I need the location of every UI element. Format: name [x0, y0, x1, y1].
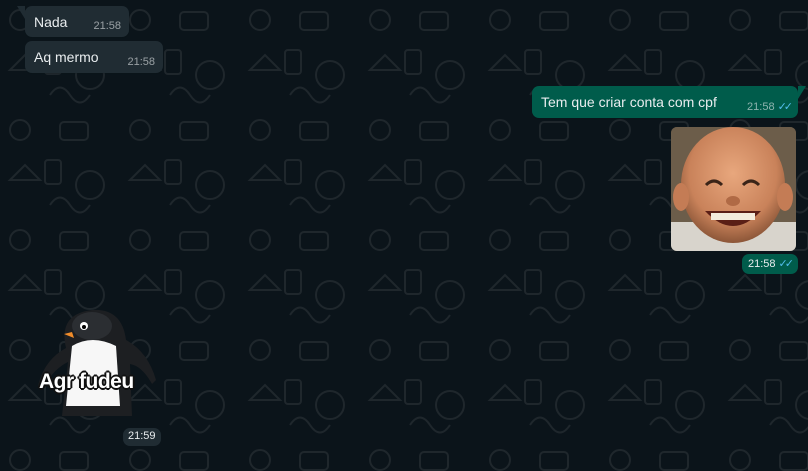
- message-text: Nada: [34, 14, 68, 30]
- message-bubble-incoming[interactable]: Nada 21:58: [17, 6, 129, 37]
- penguin-sticker: [38, 309, 156, 416]
- message-text: Aq mermo: [34, 49, 99, 65]
- double-check-icon: ✓✓: [778, 258, 795, 270]
- bubble-tail: [798, 86, 806, 99]
- message-text: Tem que criar conta com cpf: [541, 94, 717, 110]
- sticker-time-badge: 21:59: [123, 428, 161, 446]
- image-message[interactable]: [671, 127, 796, 251]
- message-time: 21:58: [747, 101, 775, 113]
- message-time: 21:58: [748, 258, 776, 270]
- message-bubble-incoming[interactable]: Aq mermo 21:58: [25, 41, 163, 73]
- sticker-message[interactable]: Agr fudeu: [36, 306, 160, 416]
- baby-face-photo: [671, 127, 796, 251]
- double-check-icon: ✓✓: [777, 101, 794, 113]
- message-time: 21:58: [93, 20, 121, 32]
- sticker-caption: Agr fudeu: [39, 370, 134, 393]
- message-time: 21:59: [128, 430, 156, 442]
- message-bubble-outgoing[interactable]: Tem que criar conta com cpf 21:58 ✓✓: [532, 86, 806, 118]
- message-time-status: 21:58 ✓✓: [747, 100, 794, 113]
- message-time: 21:58: [127, 56, 155, 68]
- image-time-badge: 21:58 ✓✓: [742, 254, 798, 274]
- bubble-tail: [17, 6, 25, 19]
